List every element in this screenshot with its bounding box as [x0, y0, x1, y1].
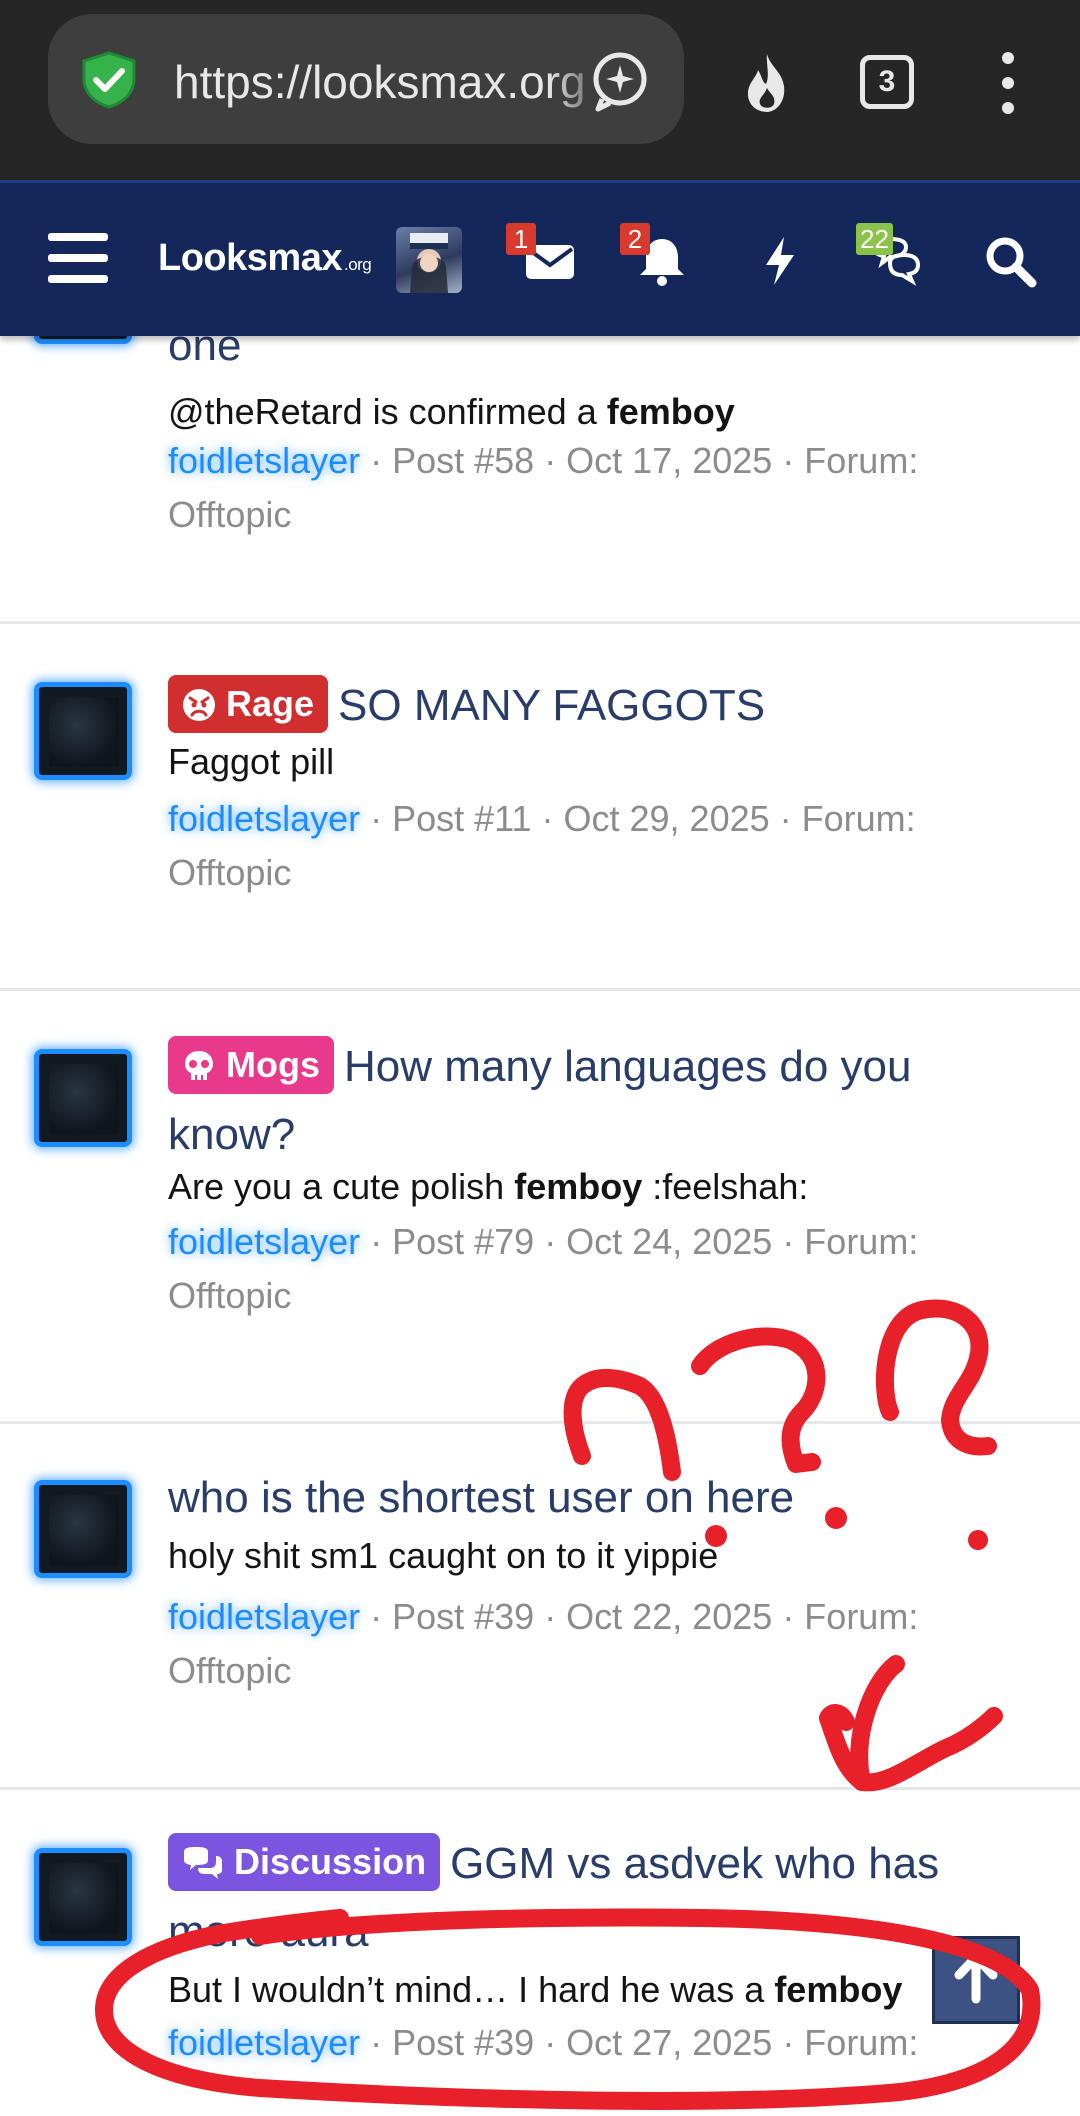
prefix-badge[interactable]: Mogs	[168, 1036, 334, 1094]
prefix-label: Rage	[226, 683, 315, 724]
list-item[interactable]: Discussion GGM vs asdvek who has more aur…	[0, 1790, 1080, 2116]
username-link[interactable]: foidletslayer	[168, 2022, 360, 2063]
thread-title[interactable]: one	[168, 336, 1028, 380]
arrow-up-icon	[954, 1952, 998, 2004]
assistant-sparkle-icon[interactable]	[588, 49, 652, 113]
search-results-list: one @theRetard is confirmed a femboy foi…	[0, 336, 1080, 2116]
thread-title[interactable]: Rage SO MANY FAGGOTS	[168, 672, 1028, 740]
thread-title-text[interactable]: SO MANY FAGGOTS	[338, 681, 765, 730]
post-snippet: Are you a cute polish femboy :feelshah:	[168, 1163, 1048, 1211]
browser-toolbar: https://looksmax.org 3	[0, 0, 1080, 180]
snippet-text: Are you a cute polish	[168, 1166, 515, 1207]
alerts-badge: 2	[620, 223, 650, 255]
thread-title[interactable]: who is the shortest user on here	[168, 1464, 1028, 1532]
tab-count-button[interactable]: 3	[860, 55, 914, 109]
post-meta-text: · Post #39 · Oct 27, 2025 · Forum:	[360, 2022, 919, 2063]
post-meta: foidletslayer · Post #58 · Oct 17, 2025 …	[168, 434, 998, 542]
snippet-text: But I wouldn’t mind… I hard he was a	[168, 1969, 775, 2010]
thread-title-text[interactable]: who is the shortest user on here	[168, 1473, 794, 1522]
logo-text: Looksmax	[158, 237, 342, 279]
list-item[interactable]: one @theRetard is confirmed a femboy foi…	[0, 336, 1080, 624]
post-snippet: Faggot pill	[168, 738, 1048, 786]
list-item[interactable]: who is the shortest user on here holy sh…	[0, 1424, 1080, 1790]
post-meta: foidletslayer · Post #39 · Oct 27, 2025 …	[168, 2016, 998, 2070]
post-meta: foidletslayer · Post #11 · Oct 29, 2025 …	[168, 792, 998, 900]
snippet-highlight: femboy	[774, 1969, 903, 2010]
logo-suffix: .org	[343, 255, 372, 274]
skull-icon	[185, 1051, 213, 1080]
chat-bubbles-icon	[184, 1847, 222, 1879]
more-options-icon[interactable]	[990, 50, 1026, 116]
list-item[interactable]: Mogs How many languages do you know? Are …	[0, 991, 1080, 1424]
username-link[interactable]: foidletslayer	[168, 798, 360, 839]
snippet-text: holy shit sm1 caught on to it yippie	[168, 1535, 719, 1576]
user-avatar[interactable]	[34, 1480, 132, 1578]
post-meta: foidletslayer · Post #39 · Oct 22, 2025 …	[168, 1590, 998, 1698]
angry-face-icon	[183, 689, 215, 721]
snippet-text: @theRetard is confirmed a	[168, 391, 607, 432]
secure-shield-icon	[82, 51, 136, 109]
menu-icon[interactable]	[48, 231, 108, 285]
username-link[interactable]: foidletslayer	[168, 440, 360, 481]
avatar-image	[410, 233, 448, 293]
snippet-text-after: :feelshah:	[642, 1166, 809, 1207]
conversations-badge: 22	[856, 223, 893, 255]
user-avatar[interactable]	[34, 336, 132, 344]
post-snippet: But I wouldn’t mind… I hard he was a fem…	[168, 1966, 1048, 2014]
site-logo[interactable]: Looksmax .org	[158, 237, 372, 280]
username-link[interactable]: foidletslayer	[168, 1596, 360, 1637]
prefix-label: Discussion	[234, 1841, 427, 1882]
user-avatar[interactable]	[34, 682, 132, 780]
thread-title[interactable]: Discussion GGM vs asdvek who has more aur…	[168, 1830, 1028, 1966]
thread-title[interactable]: Mogs How many languages do you know?	[168, 1033, 1028, 1169]
thread-title-text[interactable]: one	[168, 336, 241, 370]
post-snippet: @theRetard is confirmed a femboy	[168, 388, 1048, 436]
user-avatar[interactable]	[34, 1848, 132, 1946]
inbox-badge: 1	[506, 223, 536, 255]
fire-icon[interactable]	[736, 52, 798, 114]
url-text: https://looksmax.org	[174, 56, 586, 108]
prefix-badge[interactable]: Discussion	[168, 1833, 441, 1891]
search-icon[interactable]	[982, 233, 1038, 289]
address-bar[interactable]: https://looksmax.org	[48, 14, 684, 144]
post-meta: foidletslayer · Post #79 · Oct 24, 2025 …	[168, 1215, 998, 1323]
site-navbar: Looksmax .org 1 2 22	[0, 180, 1080, 336]
user-avatar[interactable]	[396, 227, 462, 293]
snippet-highlight: femboy	[514, 1166, 643, 1207]
user-avatar[interactable]	[34, 1049, 132, 1147]
username-link[interactable]: foidletslayer	[168, 1221, 360, 1262]
snippet-text: Faggot pill	[168, 741, 335, 782]
prefix-badge[interactable]: Rage	[168, 675, 329, 733]
post-snippet: holy shit sm1 caught on to it yippie	[168, 1532, 1048, 1580]
scroll-to-top-button[interactable]	[932, 1936, 1020, 2024]
prefix-label: Mogs	[226, 1044, 320, 1085]
list-item[interactable]: Rage SO MANY FAGGOTS Faggot pill foidlets…	[0, 624, 1080, 991]
snippet-highlight: femboy	[606, 391, 735, 432]
lightning-icon[interactable]	[752, 233, 808, 289]
